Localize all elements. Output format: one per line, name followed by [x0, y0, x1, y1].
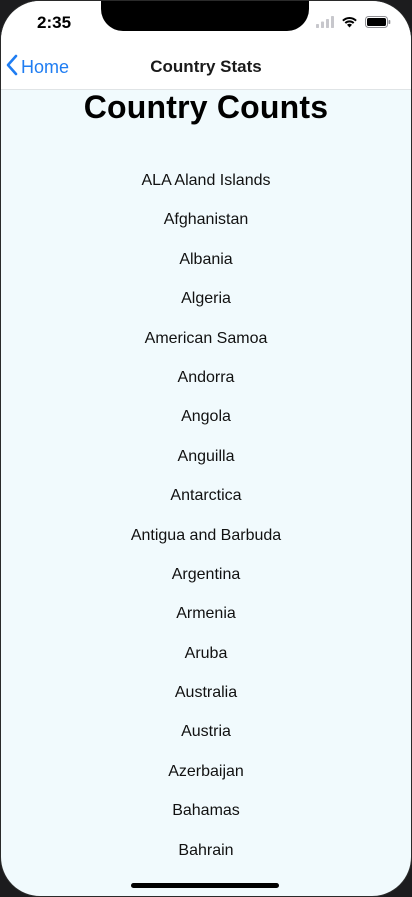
- chevron-left-icon: [5, 54, 19, 81]
- country-list: ALA Aland Islands Afghanistan Albania Al…: [1, 161, 411, 870]
- back-button-label: Home: [21, 56, 70, 77]
- country-item[interactable]: American Samoa: [1, 319, 411, 358]
- signal-icon: [316, 15, 334, 33]
- country-item[interactable]: Afghanistan: [1, 200, 411, 239]
- notch: [101, 1, 309, 31]
- page-title: Country Counts: [83, 89, 329, 125]
- country-item[interactable]: Antigua and Barbuda: [1, 516, 411, 555]
- home-indicator[interactable]: [131, 883, 279, 888]
- country-item[interactable]: Albania: [1, 240, 411, 279]
- country-item[interactable]: Armenia: [1, 594, 411, 633]
- country-item[interactable]: Antarctica: [1, 476, 411, 515]
- wifi-icon: [341, 15, 358, 33]
- country-item[interactable]: Azerbaijan: [1, 752, 411, 791]
- status-time: 2:35: [37, 13, 72, 32]
- battery-icon: [365, 15, 391, 33]
- country-item[interactable]: Argentina: [1, 555, 411, 594]
- back-button[interactable]: Home: [5, 45, 69, 89]
- country-item[interactable]: Angola: [1, 397, 411, 436]
- navigation-bar: Home Country Stats: [1, 45, 411, 90]
- status-icons: [316, 15, 391, 33]
- phone-screen: 2:35 Home Country Stats Country Counts A…: [0, 0, 412, 897]
- country-item[interactable]: Austria: [1, 712, 411, 751]
- country-item[interactable]: Bahamas: [1, 791, 411, 830]
- country-item[interactable]: Bahrain: [1, 831, 411, 870]
- country-item[interactable]: Aruba: [1, 634, 411, 673]
- country-item[interactable]: Australia: [1, 673, 411, 712]
- country-item[interactable]: ALA Aland Islands: [1, 161, 411, 200]
- country-item[interactable]: Anguilla: [1, 437, 411, 476]
- country-item[interactable]: Algeria: [1, 279, 411, 318]
- status-bar: 2:35: [1, 1, 411, 45]
- country-item[interactable]: Andorra: [1, 358, 411, 397]
